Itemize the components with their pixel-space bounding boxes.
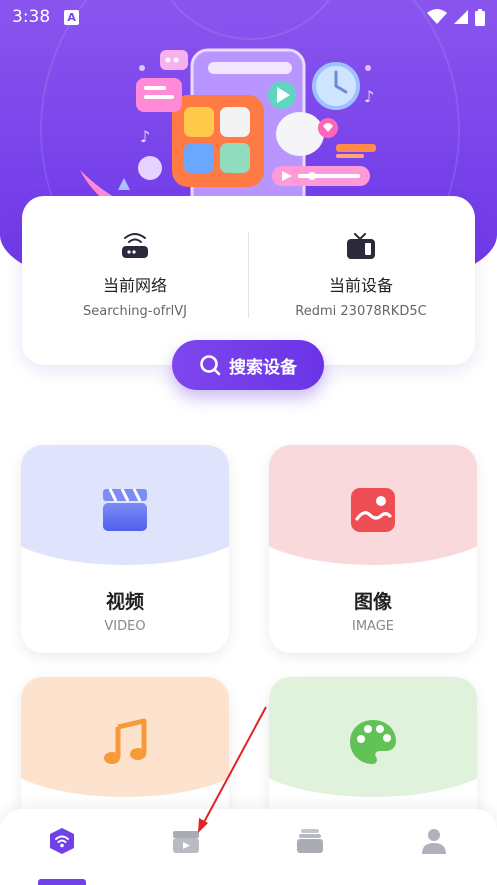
image-title: 图像 <box>353 591 392 613</box>
nav-cast[interactable] <box>42 823 82 859</box>
battery-icon <box>475 8 485 26</box>
status-bar: 3:38 A <box>0 0 497 34</box>
clapperboard-icon <box>103 488 147 531</box>
notification-icon: A <box>64 9 80 25</box>
signal-icon <box>454 10 468 24</box>
video-card[interactable]: 视频 VIDEO <box>21 445 229 653</box>
wifi-status-icon <box>427 9 447 24</box>
bottom-navigation <box>0 809 497 885</box>
image-icon <box>351 488 395 532</box>
clapperboard-icon <box>173 831 199 853</box>
tv-icon <box>347 233 375 259</box>
network-title: 当前网络 <box>102 276 167 295</box>
video-subtitle: VIDEO <box>104 619 146 634</box>
wifi-cast-icon <box>50 828 74 854</box>
nav-files[interactable] <box>290 823 330 859</box>
palette-icon <box>350 720 396 764</box>
device-title: 当前设备 <box>328 276 393 295</box>
phone-illustration: ♪ ♪ <box>80 48 376 205</box>
stack-icon <box>297 829 323 853</box>
network-name: Searching-ofrlVJ <box>83 304 187 319</box>
current-device[interactable]: 当前设备 Redmi 23078RKD5C <box>251 232 471 319</box>
nav-media[interactable] <box>166 823 206 859</box>
search-devices-button[interactable]: 搜索设备 <box>172 340 324 390</box>
device-name: Redmi 23078RKD5C <box>295 304 427 319</box>
image-subtitle: IMAGE <box>351 619 394 634</box>
current-network[interactable]: 当前网络 Searching-ofrlVJ <box>25 232 245 319</box>
video-title: 视频 <box>105 591 144 613</box>
divider <box>248 232 249 318</box>
status-time: 3:38 <box>12 7 51 27</box>
search-button-label: 搜索设备 <box>229 357 297 377</box>
svg-text:♪: ♪ <box>364 87 374 106</box>
active-tab-indicator <box>38 879 86 885</box>
music-note-icon <box>104 718 147 764</box>
svg-text:♪: ♪ <box>140 127 150 146</box>
search-icon <box>200 355 221 376</box>
user-icon <box>422 829 446 854</box>
image-card[interactable]: 图像 IMAGE <box>269 445 477 653</box>
router-icon <box>122 233 148 258</box>
nav-profile[interactable] <box>414 823 454 859</box>
